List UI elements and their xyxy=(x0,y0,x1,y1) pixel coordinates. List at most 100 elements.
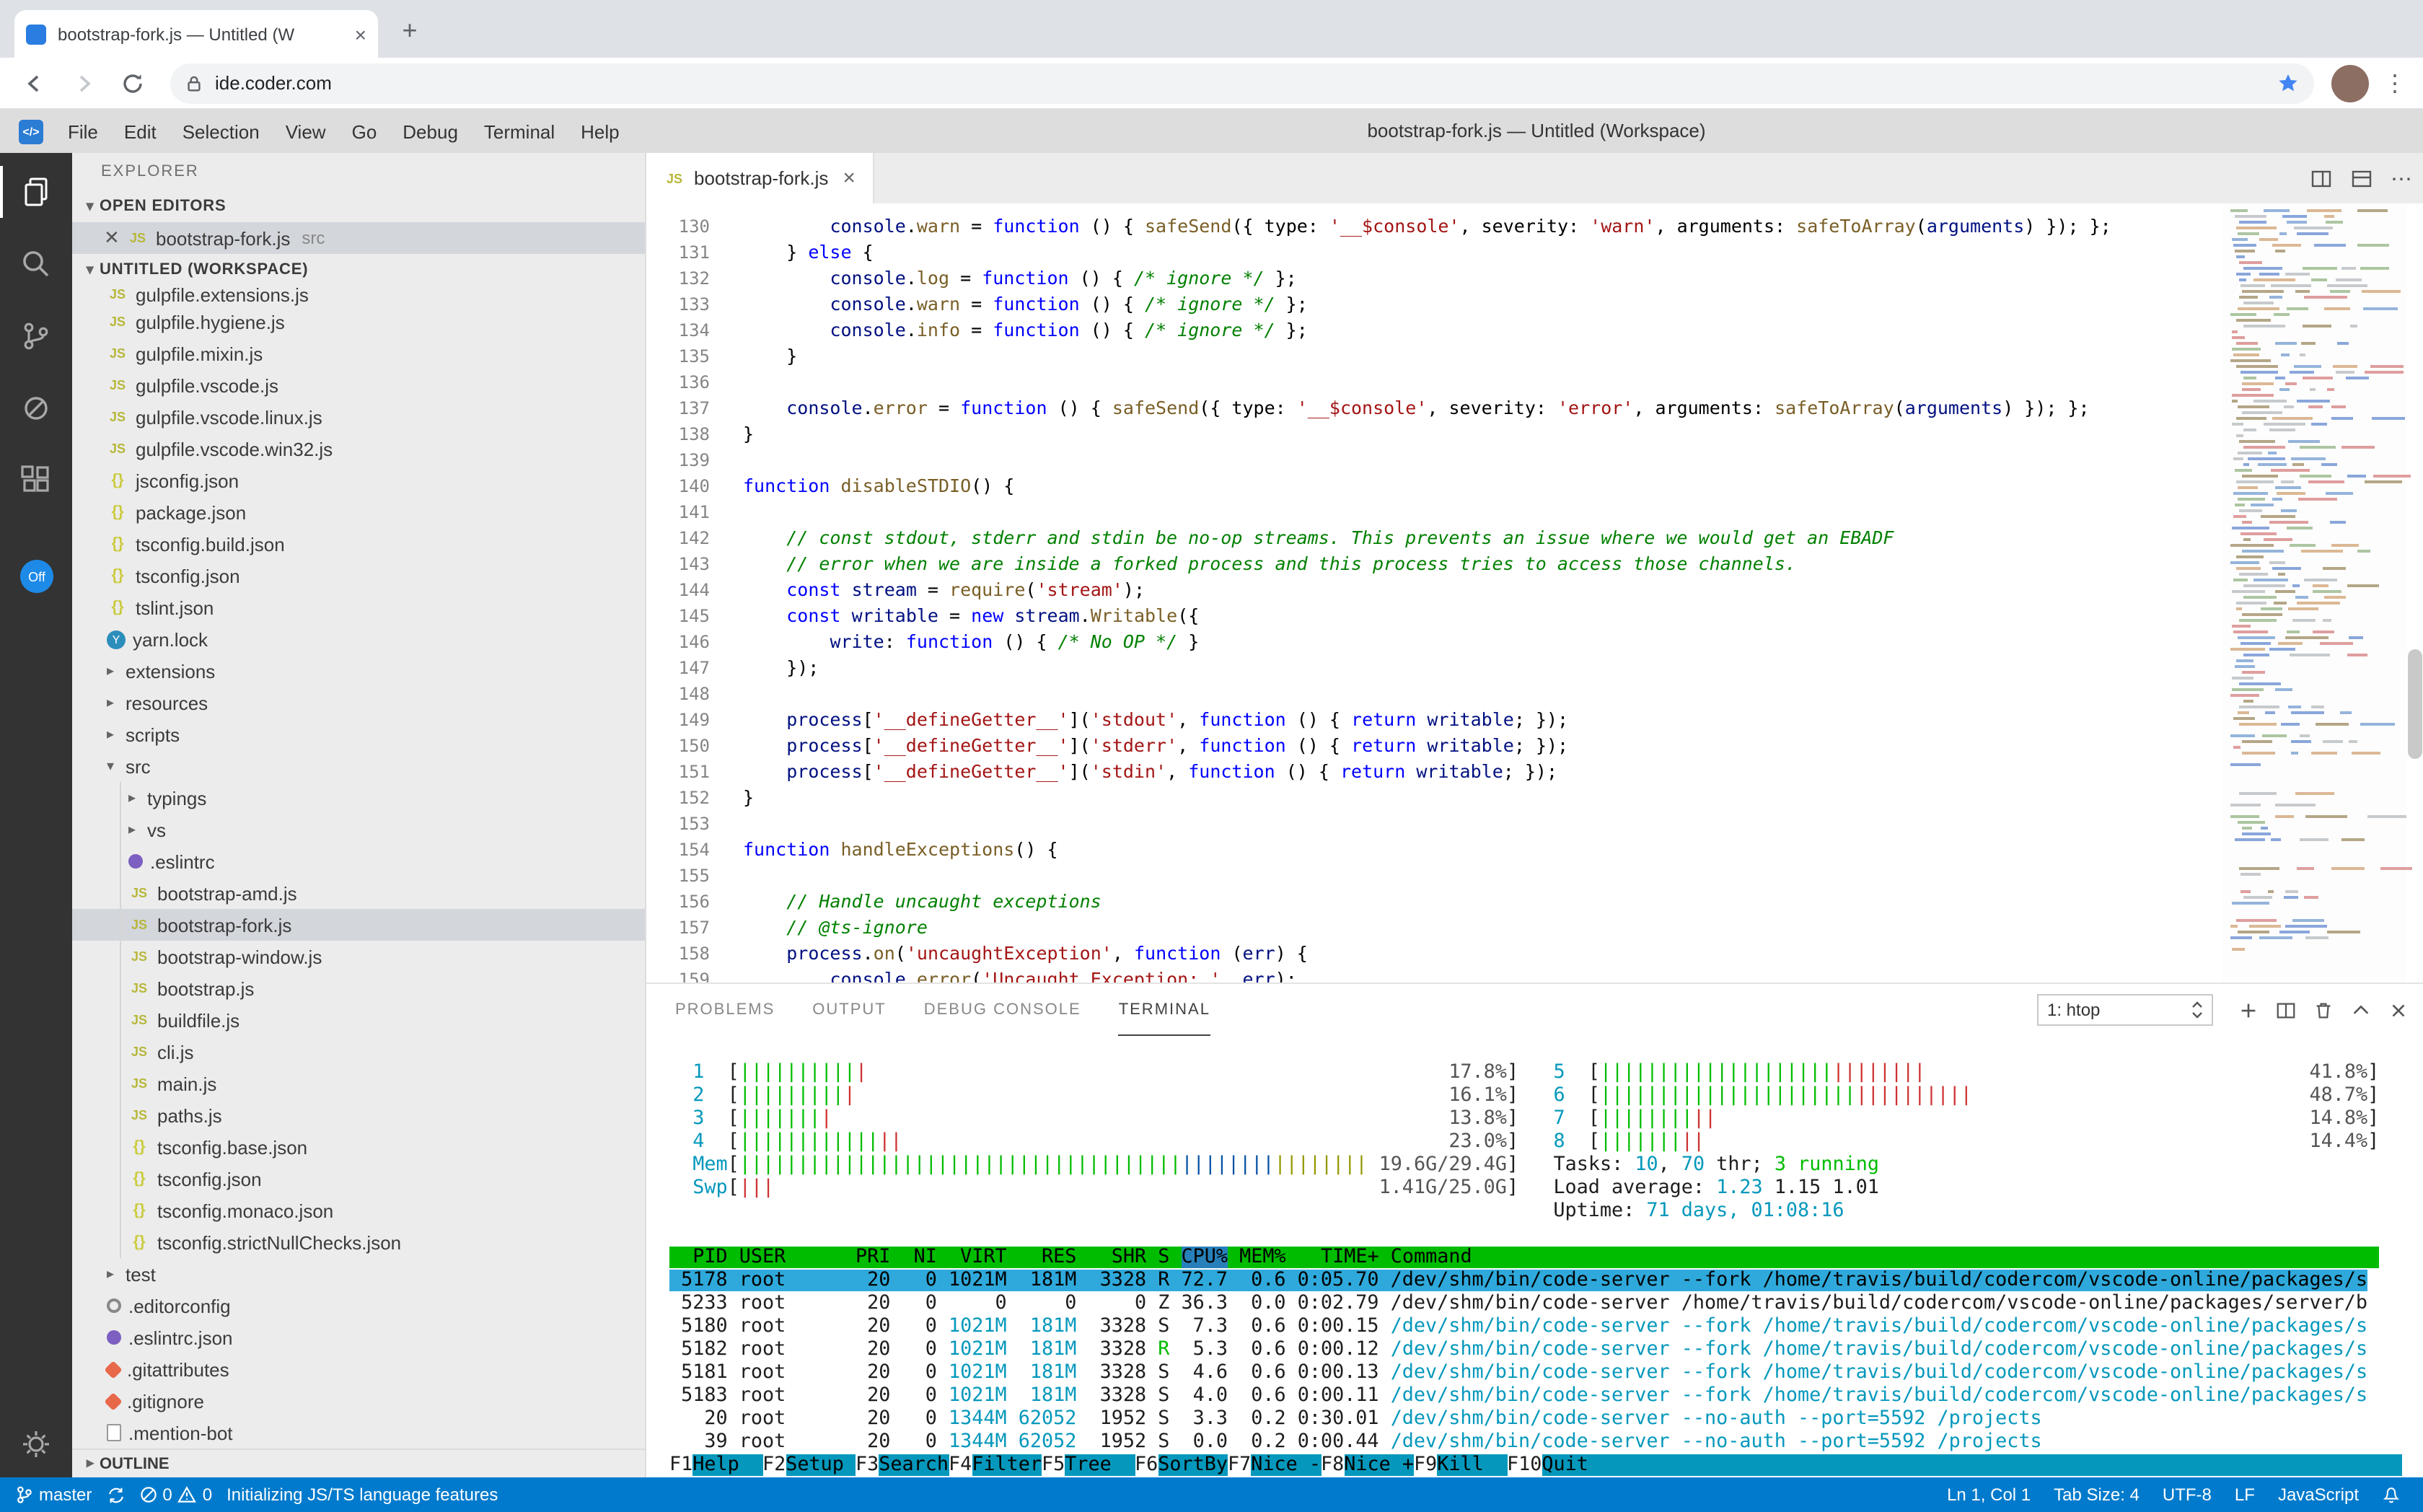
menu-help[interactable]: Help xyxy=(568,120,633,142)
open-editor-item[interactable]: ✕ JS bootstrap-fork.js src xyxy=(72,222,645,254)
editor[interactable]: 130 console.warn = function () { safeSen… xyxy=(646,203,2423,983)
tree-item-buildfile.js[interactable]: JSbuildfile.js xyxy=(72,1004,645,1036)
tree-item-bootstrap.js[interactable]: JSbootstrap.js xyxy=(72,972,645,1004)
new-terminal-icon[interactable] xyxy=(2238,999,2259,1021)
panel-tab-problems[interactable]: PROBLEMS xyxy=(675,985,775,1035)
branch-indicator[interactable]: master xyxy=(14,1485,92,1505)
panel-tab-terminal[interactable]: TERMINAL xyxy=(1119,985,1210,1035)
tree-item-.eslintrc[interactable]: .eslintrc xyxy=(72,845,645,877)
browser-menu-icon[interactable]: ⋮ xyxy=(2383,69,2406,97)
tree-item-gulpfile.extensions.js[interactable]: JSgulpfile.extensions.js xyxy=(72,283,645,306)
editor-scrollbar[interactable] xyxy=(2408,649,2422,759)
workspace-header[interactable]: ▾ UNTITLED (WORKSPACE) xyxy=(72,254,645,286)
tree-item-src[interactable]: ▾src xyxy=(72,750,645,782)
tree-item-tsconfig.build.json[interactable]: {}tsconfig.build.json xyxy=(72,528,645,560)
file-file-icon xyxy=(107,1424,121,1441)
off-badge[interactable]: Off xyxy=(20,560,53,593)
language-mode[interactable]: JavaScript xyxy=(2278,1485,2359,1505)
tree-item-.editorconfig[interactable]: .editorconfig xyxy=(72,1290,645,1322)
new-tab-button[interactable]: + xyxy=(392,14,427,49)
close-icon[interactable]: ✕ xyxy=(104,227,127,250)
url-bar[interactable]: ide.coder.com xyxy=(170,63,2314,103)
menu-edit[interactable]: Edit xyxy=(111,120,170,142)
search-icon[interactable] xyxy=(19,247,53,281)
debug-icon[interactable] xyxy=(19,391,53,426)
tree-item-gulpfile.vscode.win32.js[interactable]: JSgulpfile.vscode.win32.js xyxy=(72,433,645,465)
panel-tab-debug-console[interactable]: DEBUG CONSOLE xyxy=(924,985,1081,1035)
layout-icon[interactable] xyxy=(2350,167,2373,190)
source-control-icon[interactable] xyxy=(19,319,53,353)
maximize-panel-icon[interactable] xyxy=(2350,999,2372,1021)
tree-item-tsconfig.strictNullChecks.json[interactable]: {}tsconfig.strictNullChecks.json xyxy=(72,1226,645,1258)
encoding[interactable]: UTF-8 xyxy=(2163,1485,2212,1505)
tree-item-tsconfig.json[interactable]: {}tsconfig.json xyxy=(72,560,645,592)
panel-tab-output[interactable]: OUTPUT xyxy=(812,985,886,1035)
tree-item-jsconfig.json[interactable]: {}jsconfig.json xyxy=(72,465,645,496)
split-terminal-icon[interactable] xyxy=(2275,999,2297,1021)
tree-item-yarn.lock[interactable]: Yyarn.lock xyxy=(72,623,645,655)
tab-close-icon[interactable]: × xyxy=(843,167,856,189)
minimap[interactable] xyxy=(2222,203,2406,983)
problems-indicator[interactable]: 0 0 xyxy=(139,1485,212,1505)
tree-item-.mention-bot[interactable]: .mention-bot xyxy=(72,1417,645,1449)
tree-item-main.js[interactable]: JSmain.js xyxy=(72,1068,645,1099)
avatar[interactable] xyxy=(2331,64,2369,102)
forward-icon[interactable] xyxy=(69,69,98,97)
tree-item-tslint.json[interactable]: {}tslint.json xyxy=(72,592,645,623)
tree-item-.eslintrc.json[interactable]: .eslintrc.json xyxy=(72,1322,645,1353)
tree-item-test[interactable]: ▸test xyxy=(72,1258,645,1290)
tree-item-tsconfig.json[interactable]: {}tsconfig.json xyxy=(72,1163,645,1195)
settings-gear-icon[interactable] xyxy=(19,1427,53,1462)
tree-item-package.json[interactable]: {}package.json xyxy=(72,496,645,528)
menu-go[interactable]: Go xyxy=(339,120,390,142)
file-name: tsconfig.strictNullChecks.json xyxy=(157,1231,401,1253)
back-icon[interactable] xyxy=(20,69,49,97)
tree-item-paths.js[interactable]: JSpaths.js xyxy=(72,1099,645,1131)
sync-icon[interactable] xyxy=(106,1485,125,1504)
chevron-right-icon: ▸ xyxy=(81,1456,100,1472)
tree-item-tsconfig.base.json[interactable]: {}tsconfig.base.json xyxy=(72,1131,645,1163)
menu-file[interactable]: File xyxy=(55,120,111,142)
browser-tab[interactable]: bootstrap-fork.js — Untitled (W × xyxy=(14,10,378,58)
tree-item-bootstrap-window.js[interactable]: JSbootstrap-window.js xyxy=(72,941,645,972)
tree-item-gulpfile.vscode.js[interactable]: JSgulpfile.vscode.js xyxy=(72,369,645,401)
tree-item-bootstrap-amd.js[interactable]: JSbootstrap-amd.js xyxy=(72,877,645,909)
kill-terminal-icon[interactable] xyxy=(2313,999,2334,1021)
tree-item-bootstrap-fork.js[interactable]: JSbootstrap-fork.js xyxy=(72,909,645,941)
eol[interactable]: LF xyxy=(2235,1485,2255,1505)
tree-item-tsconfig.monaco.json[interactable]: {}tsconfig.monaco.json xyxy=(72,1195,645,1226)
tab-size[interactable]: Tab Size: 4 xyxy=(2054,1485,2140,1505)
tree-item-gulpfile.vscode.linux.js[interactable]: JSgulpfile.vscode.linux.js xyxy=(72,401,645,433)
menu-selection[interactable]: Selection xyxy=(170,120,273,142)
tree-item-.gitignore[interactable]: .gitignore xyxy=(72,1385,645,1417)
tree-item-typings[interactable]: ▸typings xyxy=(72,782,645,814)
more-actions-icon[interactable]: ⋯ xyxy=(2391,165,2412,191)
reload-icon[interactable] xyxy=(118,69,147,97)
terminal[interactable]: 1 [||||||||||| 17.8%] 5 [|||||||||||||||… xyxy=(669,1036,2423,1477)
bookmark-star-icon[interactable] xyxy=(2277,71,2300,94)
open-editors-header[interactable]: ▾ OPEN EDITORS xyxy=(72,190,645,222)
lock-icon xyxy=(185,73,203,93)
tree-item-.gitattributes[interactable]: .gitattributes xyxy=(72,1353,645,1385)
tree-item-extensions[interactable]: ▸extensions xyxy=(72,655,645,687)
tree-item-gulpfile.mixin.js[interactable]: JSgulpfile.mixin.js xyxy=(72,338,645,369)
tree-item-cli.js[interactable]: JScli.js xyxy=(72,1036,645,1068)
menu-view[interactable]: View xyxy=(273,120,339,142)
explorer-icon[interactable] xyxy=(19,175,53,209)
menu-terminal[interactable]: Terminal xyxy=(471,120,568,142)
cursor-position[interactable]: Ln 1, Col 1 xyxy=(1947,1485,2031,1505)
tree-item-vs[interactable]: ▸vs xyxy=(72,814,645,845)
editor-tab[interactable]: JS bootstrap-fork.js × xyxy=(646,153,874,203)
terminal-select[interactable]: 1: htop xyxy=(2037,994,2213,1026)
terminal-line xyxy=(669,1223,2423,1247)
split-editor-icon[interactable] xyxy=(2310,167,2333,190)
tree-item-resources[interactable]: ▸resources xyxy=(72,687,645,718)
tab-close-icon[interactable]: × xyxy=(355,24,366,44)
outline-header[interactable]: ▸ OUTLINE xyxy=(72,1449,645,1477)
tree-item-scripts[interactable]: ▸scripts xyxy=(72,718,645,750)
extensions-icon[interactable] xyxy=(19,463,53,498)
notifications-bell-icon[interactable] xyxy=(2382,1485,2401,1505)
tree-item-gulpfile.hygiene.js[interactable]: JSgulpfile.hygiene.js xyxy=(72,306,645,338)
menu-debug[interactable]: Debug xyxy=(390,120,471,142)
close-panel-icon[interactable] xyxy=(2388,999,2409,1021)
